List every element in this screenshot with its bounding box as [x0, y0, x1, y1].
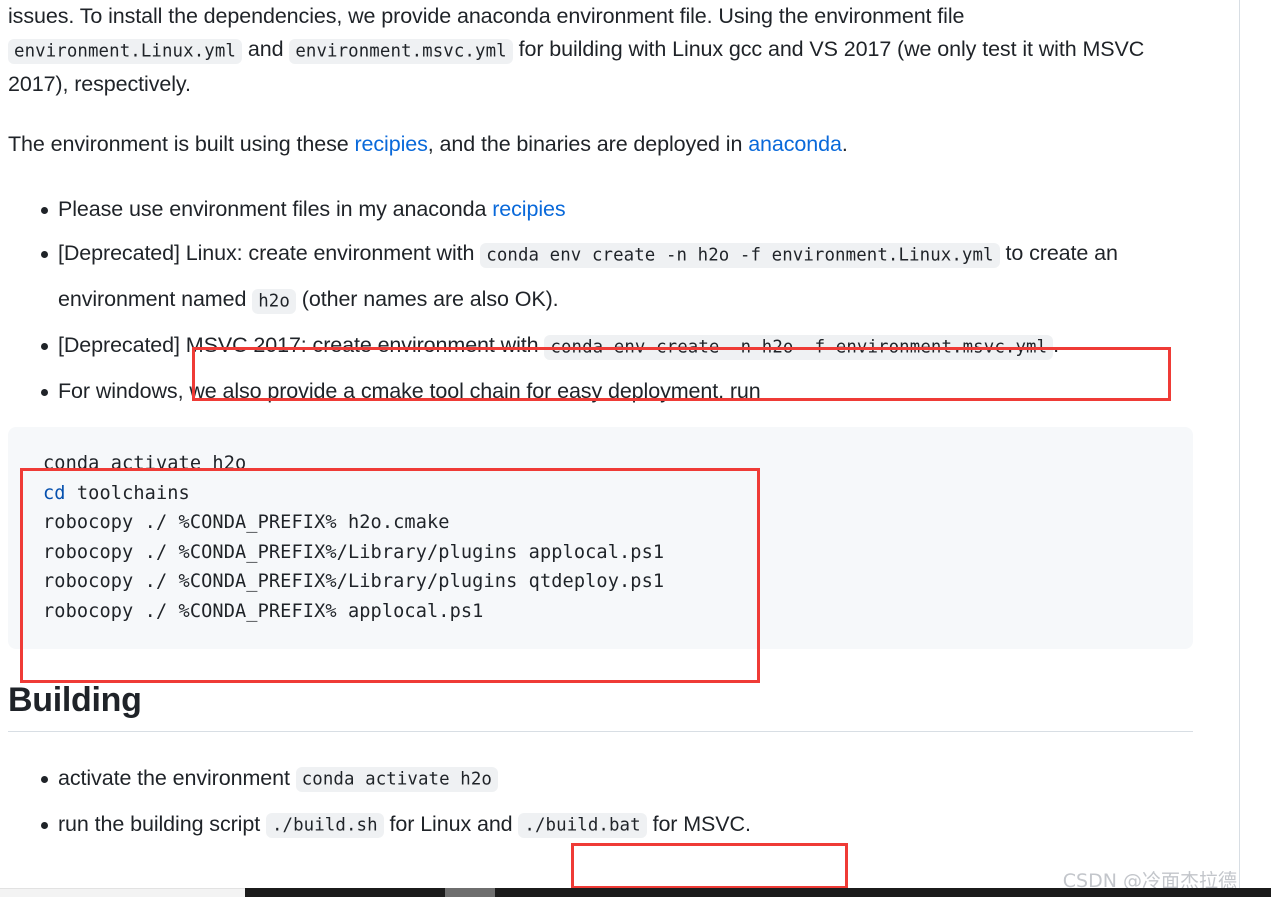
code-block-content: conda activate h2o cd toolchains robocop…: [8, 449, 1193, 627]
bullet3-text-3: .: [1053, 333, 1060, 357]
code-line-1: conda activate h2o: [43, 453, 247, 474]
code-line-5: robocopy ./ %CONDA_PREFIX%/Library/plugi…: [43, 571, 665, 593]
code-line-3: robocopy ./ %CONDA_PREFIX% h2o.cmake: [43, 512, 450, 534]
bullet4-text-1: For windows, we also provide a cmake too…: [58, 379, 761, 403]
code-line-2: toolchains: [65, 482, 190, 504]
link-anaconda[interactable]: anaconda: [748, 132, 842, 156]
horizontal-scrollbar[interactable]: [0, 888, 1271, 897]
bullet2-text-1: [Deprecated] Linux: create environment w…: [58, 241, 475, 265]
code-conda-activate-h2o: conda activate h2o: [295, 767, 498, 793]
environment-paragraph: The environment is built using these rec…: [8, 128, 1193, 161]
environment-bullet-list: Please use environment files in my anaco…: [8, 187, 1193, 413]
env-text-2: , and the binaries are deployed in: [427, 132, 743, 156]
env-text-3: .: [841, 132, 848, 156]
code-block-wrapper: conda activate h2o cd toolchains robocop…: [8, 427, 1193, 649]
markdown-body: issues. To install the dependencies, we …: [8, 0, 1193, 848]
build-bullet2-text-1: run the building script: [58, 811, 261, 836]
code-build-bat: ./build.bat: [518, 813, 647, 839]
scrollbar-left-gutter: [0, 888, 245, 897]
bullet3-text-1: [Deprecated]: [58, 333, 180, 357]
code-conda-env-create-linux: conda env create -n h2o -f environment.L…: [480, 242, 1000, 268]
bullet1-text-1: Please use environment files in my anaco…: [58, 197, 487, 221]
link-recipies-2[interactable]: recipies: [492, 197, 565, 221]
list-item: [Deprecated] Linux: create environment w…: [8, 231, 1193, 323]
page-root: issues. To install the dependencies, we …: [0, 0, 1271, 897]
page-title-building: Building: [8, 680, 142, 719]
bullet2-text-3: (other names are also OK).: [301, 287, 559, 311]
code-conda-env-create-msvc: conda env create -n h2o -f environment.m…: [544, 334, 1054, 360]
code-environment-linux-yml: environment.Linux.yml: [8, 38, 242, 64]
code-line-4: robocopy ./ %CONDA_PREFIX%/Library/plugi…: [43, 541, 665, 563]
list-item: activate the environment conda activate …: [8, 756, 1193, 802]
build-bullet2-text-2: for Linux and: [389, 811, 513, 836]
intro-paragraph: issues. To install the dependencies, we …: [8, 0, 1193, 101]
list-item: run the building script ./build.sh for L…: [8, 802, 1193, 848]
build-bullet2-text-3: for MSVC.: [652, 811, 751, 836]
list-item: [Deprecated] MSVC 2017: create environme…: [8, 323, 1193, 369]
code-keyword-cd: cd: [43, 482, 66, 504]
intro-text-1: issues. To install the dependencies, we …: [8, 4, 965, 28]
intro-text-2: and: [247, 37, 284, 61]
scrollbar-thumb[interactable]: [445, 888, 495, 897]
code-build-sh: ./build.sh: [265, 813, 384, 839]
link-recipies-1[interactable]: recipies: [354, 132, 427, 156]
building-bullet-list: activate the environment conda activate …: [8, 756, 1193, 848]
code-h2o: h2o: [252, 288, 296, 314]
code-line-6: robocopy ./ %CONDA_PREFIX% applocal.ps1: [43, 600, 484, 622]
scrollbar-track[interactable]: [245, 888, 1271, 897]
list-item: For windows, we also provide a cmake too…: [8, 369, 1193, 413]
readme-content-column: issues. To install the dependencies, we …: [0, 0, 1240, 888]
env-text-1: The environment is built using these: [8, 132, 349, 156]
code-environment-msvc-yml: environment.msvc.yml: [289, 38, 513, 64]
bullet3-text-2: MSVC 2017: create environment with: [185, 333, 539, 357]
build-bullet1-text-1: activate the environment: [58, 765, 290, 790]
list-item: Please use environment files in my anaco…: [8, 187, 1193, 231]
toolchain-code-block[interactable]: conda activate h2o cd toolchains robocop…: [8, 427, 1193, 649]
